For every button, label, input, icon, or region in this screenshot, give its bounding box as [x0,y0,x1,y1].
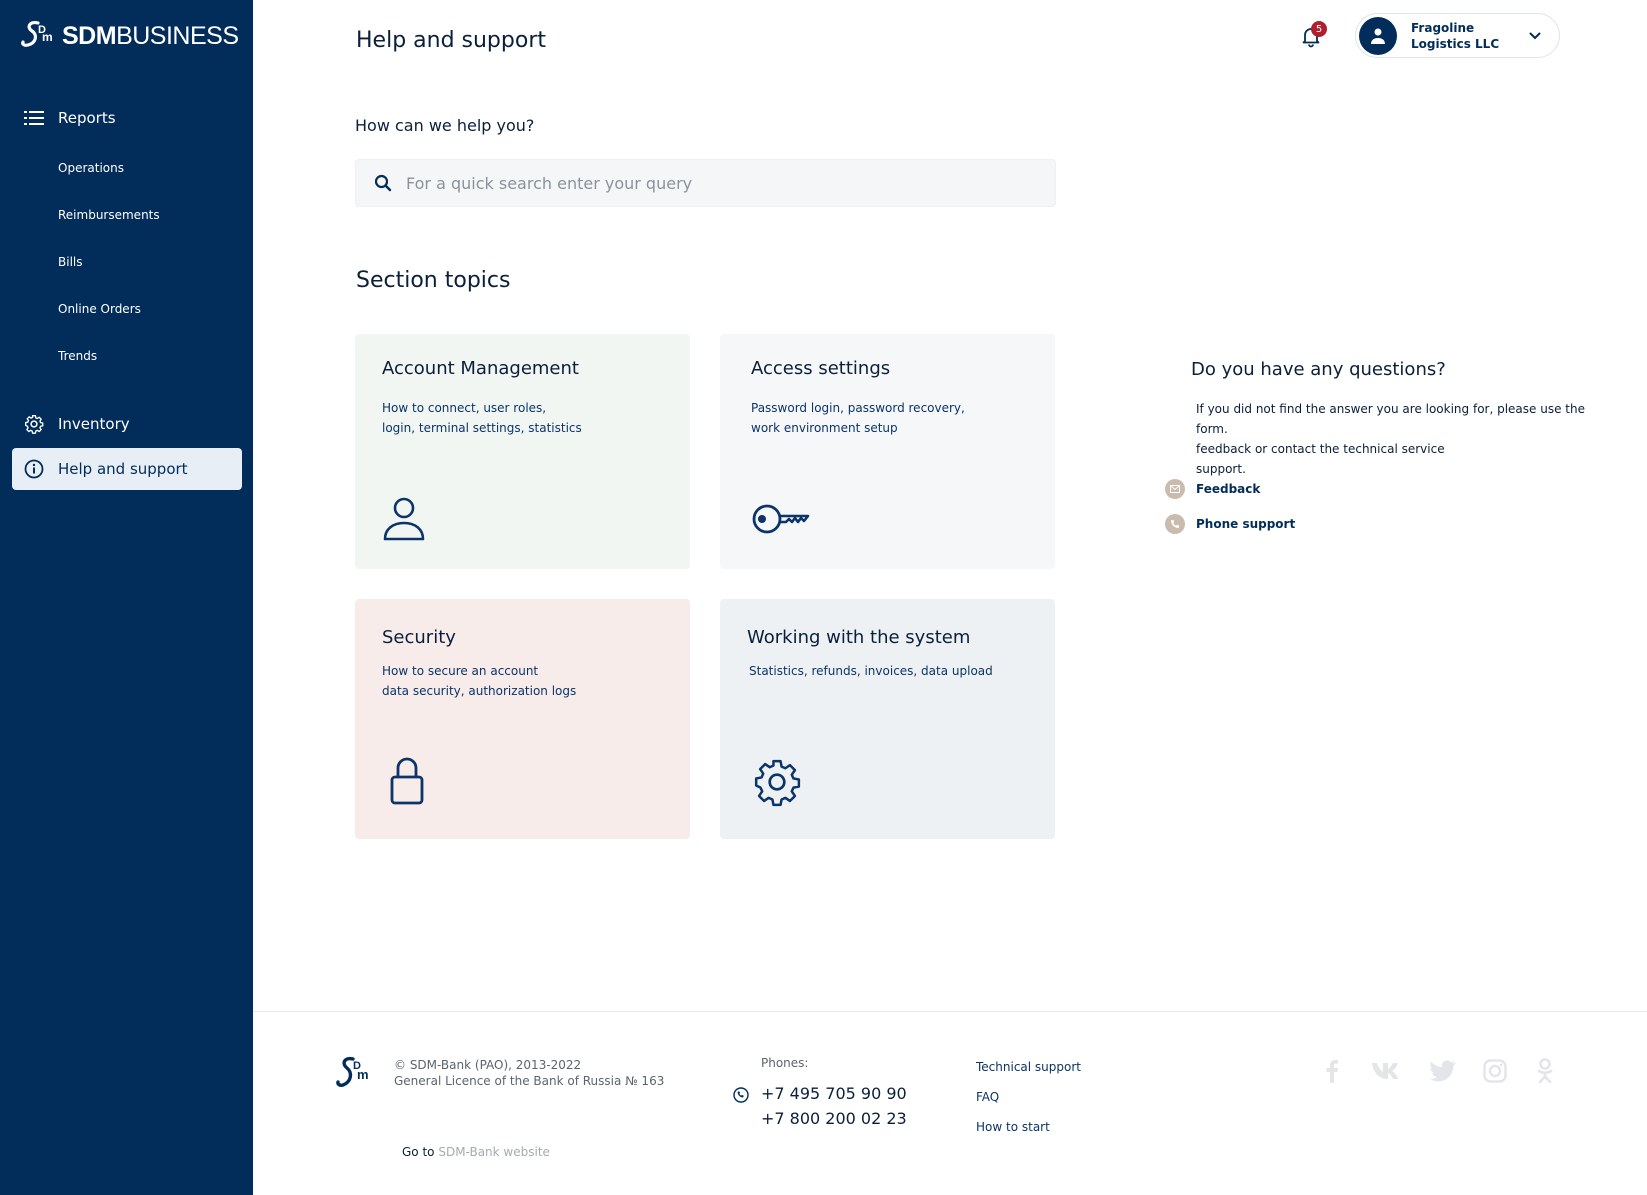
sdm-bank-website-link[interactable]: SDM-Bank website [438,1145,550,1159]
questions-title: Do you have any questions? [1191,359,1446,380]
sidebar-item-inventory[interactable]: Inventory [24,414,130,434]
card-description: Statistics, refunds, invoices, data uplo… [749,664,993,678]
footer-divider [253,1011,1647,1012]
help-question: How can we help you? [355,116,535,135]
sidebar-item-reports[interactable]: Reports [24,108,116,128]
gear-icon [754,759,801,807]
search-input[interactable] [406,173,1006,193]
facebook-icon[interactable] [1318,1057,1346,1085]
footer-link-how-to-start[interactable]: How to start [976,1120,1050,1134]
svg-text:m: m [357,1067,369,1082]
sidebar-subitem-operations[interactable]: Operations [58,161,124,175]
sidebar: D m SDMBUSINESS Reports Operations Reimb… [0,0,253,1195]
vk-icon[interactable] [1371,1057,1403,1085]
sidebar-subitem-trends[interactable]: Trends [58,349,97,363]
card-title: Access settings [751,358,891,379]
sidebar-item-label: Inventory [58,415,130,433]
search-icon [374,174,392,192]
gear-icon [24,414,44,434]
key-icon [752,504,810,534]
goto-site: Go to SDM-Bank website [402,1145,550,1159]
sdm-logo-icon: D m [21,21,53,47]
info-icon [24,459,44,479]
account-switcher[interactable]: Fragoline Logistics LLC [1355,13,1560,58]
phone-icon [1165,514,1185,534]
copyright: © SDM-Bank (PAO), 2013-2022 General Lice… [394,1058,665,1088]
topic-card-security[interactable]: Security How to secure an account data s… [355,599,690,839]
card-title: Working with the system [747,627,971,648]
mail-icon [1165,479,1185,499]
lock-icon [390,757,424,805]
card-description: Password login, password recovery, work … [751,401,965,435]
instagram-icon[interactable] [1481,1057,1509,1085]
twitter-icon[interactable] [1429,1057,1457,1085]
sidebar-subitem-reimbursements[interactable]: Reimbursements [58,208,160,222]
sdm-footer-logo-icon: D m [336,1056,369,1087]
section-topics-title: Section topics [356,268,511,293]
card-description: How to connect, user roles, login, termi… [382,401,582,435]
topic-card-account-management[interactable]: Account Management How to connect, user … [355,334,690,569]
sidebar-subitem-online-orders[interactable]: Online Orders [58,302,141,316]
sidebar-item-help-and-support[interactable]: Help and support [12,448,242,490]
account-name: Fragoline Logistics LLC [1411,20,1500,51]
page-title: Help and support [356,28,546,53]
questions-text: If you did not find the answer you are l… [1196,402,1585,476]
phone-number-1[interactable]: +7 495 705 90 90 [761,1084,907,1103]
feedback-link[interactable]: Feedback [1165,479,1260,499]
sdm-logo[interactable]: D m SDMBUSINESS [20,18,239,54]
logo-text: SDMBUSINESS [62,21,239,50]
avatar [1359,16,1397,55]
odnoklassniki-icon[interactable] [1531,1057,1559,1085]
user-avatar-icon [1371,28,1385,44]
sidebar-item-label: Help and support [58,460,188,478]
sidebar-subitem-bills[interactable]: Bills [58,255,83,269]
footer-link-faq[interactable]: FAQ [976,1090,999,1104]
footer-link-technical-support[interactable]: Technical support [976,1060,1081,1074]
card-title: Security [382,627,456,648]
phone-support-link[interactable]: Phone support [1165,514,1295,534]
svg-text:m: m [42,30,53,44]
topic-card-working-with-the-system[interactable]: Working with the system Statistics, refu… [720,599,1055,839]
phone-number-2[interactable]: +7 800 200 02 23 [761,1109,907,1128]
user-icon [383,497,425,541]
card-title: Account Management [382,358,579,379]
search-box [355,159,1056,207]
phones-label: Phones: [761,1056,809,1070]
chevron-down-icon [1529,32,1541,39]
phone-icon [733,1087,749,1103]
sidebar-item-label: Reports [58,109,116,127]
topic-card-access-settings[interactable]: Access settings Password login, password… [720,334,1055,569]
list-icon [24,108,44,128]
notification-badge: 5 [1311,21,1327,37]
card-description: How to secure an account data security, … [382,664,577,698]
